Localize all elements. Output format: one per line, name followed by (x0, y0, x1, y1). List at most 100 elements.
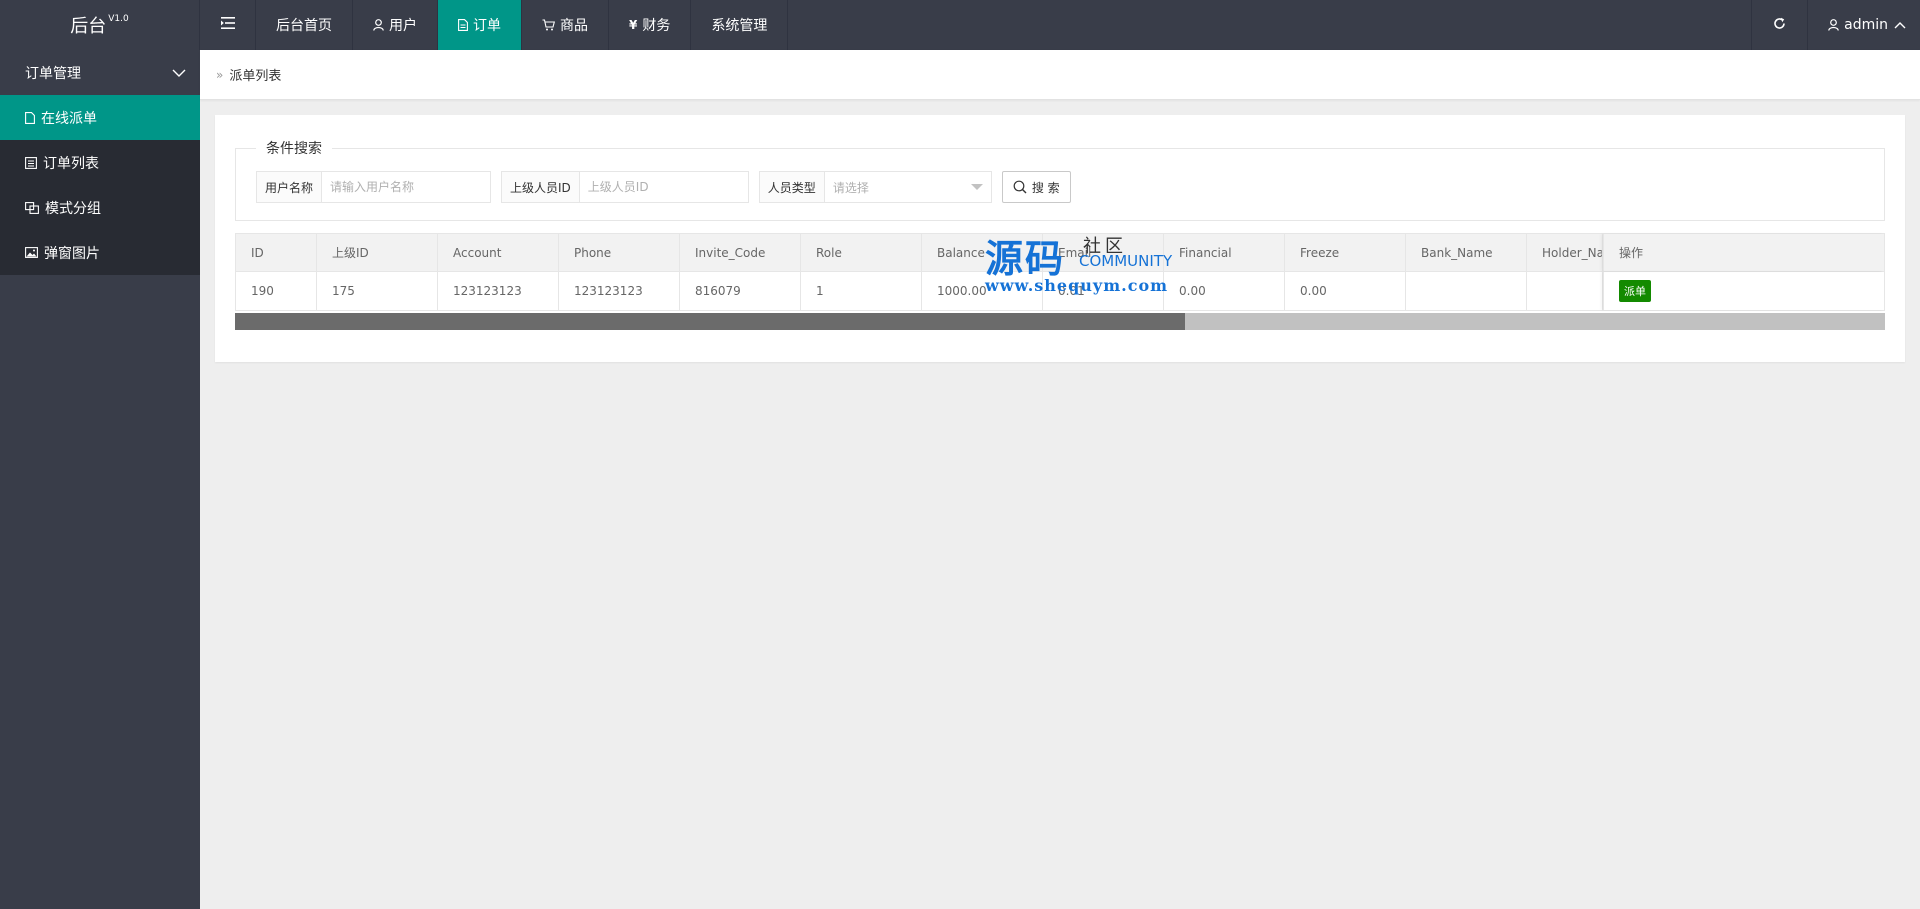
nav-system-label: 系统管理 (711, 18, 768, 34)
username-label: admin (1844, 17, 1888, 33)
table-cell: 1 (801, 272, 922, 310)
sidebar-item-order-list[interactable]: 订单列表 (0, 140, 200, 185)
document-icon (458, 19, 468, 31)
double-chevron-icon: » (216, 67, 224, 82)
header-right: admin (1751, 0, 1920, 50)
scrollbar-thumb[interactable] (235, 313, 1186, 330)
nav-orders[interactable]: 订单 (438, 0, 522, 50)
sidebar-item-mode-group[interactable]: 模式分组 (0, 185, 200, 230)
dispatch-table: ID 上级ID Account Phone Invite_Code Role B… (235, 233, 1885, 330)
nav-orders-label: 订单 (473, 18, 501, 34)
parent-id-input[interactable] (578, 171, 749, 203)
sidebar-toggle-button[interactable] (200, 0, 256, 50)
table-cell: 0.00 (1164, 272, 1285, 310)
sidebar-item-popup-image[interactable]: 弹窗图片 (0, 230, 200, 275)
sidebar-group-orders[interactable]: 订单管理 (0, 50, 200, 95)
table-header-cell[interactable]: Holder_Name (1527, 234, 1603, 271)
table-cell: 1000.00 (922, 272, 1043, 310)
chevron-up-icon (1894, 17, 1906, 33)
table-header-cell[interactable]: Account (438, 234, 559, 271)
table-header-cell[interactable]: Freeze (1285, 234, 1406, 271)
document-icon (25, 111, 35, 124)
chevron-down-icon (172, 65, 186, 81)
table-header: ID 上级ID Account Phone Invite_Code Role B… (235, 233, 1885, 272)
nav-users[interactable]: 用户 (353, 0, 438, 50)
table-header-cell: 操作 (1603, 234, 1884, 271)
search-button[interactable]: 搜 索 (1001, 171, 1071, 203)
user-type-placeholder: 请选择 (832, 180, 869, 195)
list-icon (25, 156, 37, 169)
search-legend: 条件搜索 (256, 141, 332, 157)
app-title: 后台 (70, 16, 107, 37)
refresh-icon (1773, 17, 1786, 34)
sidebar: 订单管理 在线派单 订单列表 模式分组 弹窗图片 (0, 50, 200, 909)
table-header-cell[interactable]: Balance (922, 234, 1043, 271)
table-cell: 0.01 (1043, 272, 1164, 310)
breadcrumb: » 派单列表 (200, 50, 1920, 100)
table-cell (1406, 272, 1527, 310)
user-type-filter: 人员类型 请选择 (758, 171, 992, 203)
table-cell: 0.00 (1285, 272, 1406, 310)
nav-finance[interactable]: ¥ 财务 (609, 0, 692, 50)
table-cell (1527, 272, 1603, 310)
sidebar-item-label: 弹窗图片 (44, 245, 100, 262)
nav-home-label: 后台首页 (276, 18, 332, 34)
nav-products[interactable]: 商品 (522, 0, 609, 50)
username-label: 用户名称 (256, 171, 322, 203)
nav-finance-label: 财务 (642, 18, 671, 34)
parent-id-label: 上级人员ID (501, 171, 579, 203)
breadcrumb-current[interactable]: 派单列表 (229, 65, 281, 84)
table-cell: 123123123 (559, 272, 680, 310)
menu-fold-icon (220, 17, 235, 33)
search-fieldset: 条件搜索 用户名称 上级人员ID 人员类型 请选择 搜 索 (235, 141, 1885, 221)
table-cell: 816079 (680, 272, 801, 310)
table-cell: 175 (317, 272, 438, 310)
sidebar-item-label: 在线派单 (41, 110, 97, 127)
dispatch-button[interactable]: 派单 (1619, 280, 1651, 302)
nav-system[interactable]: 系统管理 (691, 0, 789, 50)
table-header-cell[interactable]: Invite_Code (680, 234, 801, 271)
table-header-cell[interactable]: Bank_Name (1406, 234, 1527, 271)
dropdown-arrow-icon (970, 184, 983, 190)
table-header-cell[interactable]: Email (1043, 234, 1164, 271)
sidebar-item-online-dispatch[interactable]: 在线派单 (0, 95, 200, 140)
group-icon (25, 201, 39, 214)
nav-products-label: 商品 (560, 18, 588, 34)
image-icon (25, 247, 38, 258)
user-type-select[interactable]: 请选择 (823, 171, 992, 203)
search-icon (1013, 180, 1027, 194)
table-header-cell[interactable]: Role (801, 234, 922, 271)
content-card: 条件搜索 用户名称 上级人员ID 人员类型 请选择 搜 索 (215, 115, 1905, 362)
app-logo[interactable]: 后台 V1.0 (0, 0, 200, 50)
table-header-cell[interactable]: ID (236, 234, 317, 271)
user-menu[interactable]: admin (1807, 0, 1920, 50)
username-filter: 用户名称 (256, 171, 492, 203)
table-header-cell[interactable]: 上级ID (317, 234, 438, 271)
nav-users-label: 用户 (389, 18, 417, 34)
table-cell: 123123123 (438, 272, 559, 310)
yen-icon: ¥ (629, 18, 638, 32)
top-header: 后台 V1.0 后台首页 用户 订单 商品 ¥ 财务 系统管理 admin (0, 0, 1920, 50)
table-header-cell[interactable]: Phone (559, 234, 680, 271)
sidebar-item-label: 订单列表 (43, 155, 99, 172)
parent-id-filter: 上级人员ID (501, 171, 749, 203)
app-version: V1.0 (108, 14, 129, 24)
refresh-button[interactable] (1751, 0, 1807, 50)
table-cell: 190 (236, 272, 317, 310)
username-input[interactable] (321, 171, 492, 203)
sidebar-group-label: 订单管理 (25, 65, 81, 82)
horizontal-scrollbar[interactable] (235, 313, 1885, 330)
table-header-cell[interactable]: Financial (1164, 234, 1285, 271)
cart-icon (542, 19, 555, 31)
user-type-label: 人员类型 (758, 171, 824, 203)
nav-home[interactable]: 后台首页 (256, 0, 353, 50)
action-cell: 派单 (1603, 272, 1884, 310)
sidebar-submenu: 在线派单 订单列表 模式分组 弹窗图片 (0, 95, 200, 275)
user-icon (1828, 19, 1839, 31)
sidebar-item-label: 模式分组 (45, 200, 101, 217)
table-row: 190 175 123123123 123123123 816079 1 100… (235, 272, 1885, 311)
user-icon (373, 19, 384, 31)
top-nav: 后台首页 用户 订单 商品 ¥ 财务 系统管理 (200, 0, 789, 50)
search-row: 用户名称 上级人员ID 人员类型 请选择 搜 索 (256, 171, 1071, 203)
search-button-label: 搜 索 (1031, 180, 1060, 195)
